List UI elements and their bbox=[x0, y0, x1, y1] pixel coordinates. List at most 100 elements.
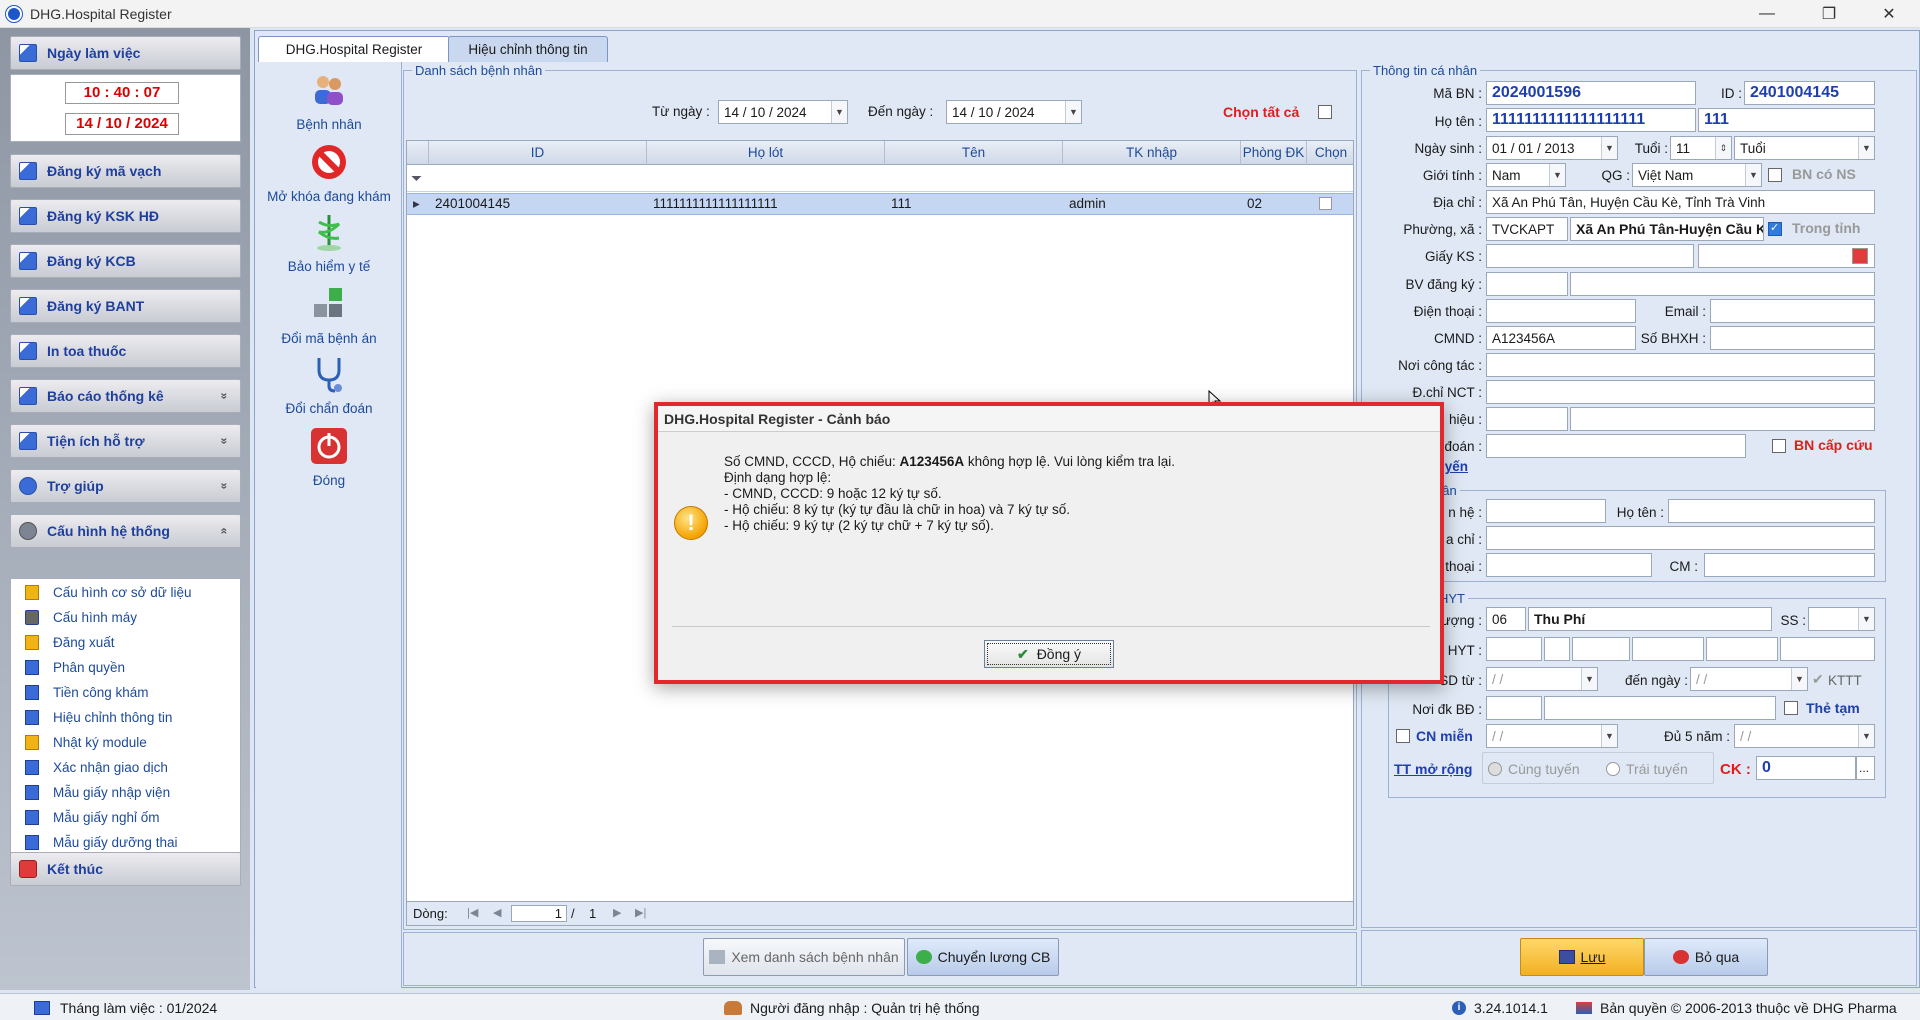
ten-field[interactable]: 111 bbox=[1698, 108, 1875, 132]
last-page-button[interactable]: ▶| bbox=[635, 906, 646, 919]
noidk-name-field[interactable] bbox=[1544, 696, 1776, 720]
to-date-picker[interactable]: 14 / 10 / 2024 ▼ bbox=[946, 100, 1082, 124]
bvdk-code-field[interactable] bbox=[1486, 272, 1568, 296]
tool-change-diagnosis[interactable]: Đổi chẩn đoán bbox=[256, 354, 402, 416]
dchinct-field[interactable] bbox=[1486, 380, 1875, 404]
chevron-down-icon[interactable]: ▼ bbox=[1601, 725, 1617, 747]
tool-change-record-code[interactable]: Đổi mã bệnh án bbox=[256, 284, 402, 346]
chevron-down-icon[interactable]: ▼ bbox=[1601, 137, 1617, 159]
bn-cap-cuu-checkbox[interactable] bbox=[1772, 439, 1786, 453]
prev-page-button[interactable]: ◀ bbox=[493, 906, 501, 919]
save-button[interactable]: Lưu bbox=[1520, 938, 1644, 976]
group-utilities[interactable]: Tiện ích hỗ trợ » bbox=[10, 424, 241, 458]
doituong-field[interactable]: Thu Phí bbox=[1528, 607, 1772, 631]
row-select-checkbox[interactable] bbox=[1319, 197, 1332, 210]
col-holot[interactable]: Họ lót bbox=[647, 141, 885, 165]
doituong-code-field[interactable]: 06 bbox=[1486, 607, 1526, 631]
group-exit[interactable]: Kết thúc bbox=[10, 852, 241, 886]
skip-button[interactable]: Bỏ qua bbox=[1644, 938, 1768, 976]
bn-co-ns-checkbox[interactable] bbox=[1768, 168, 1782, 182]
ma-bn-field[interactable]: 2024001596 bbox=[1486, 81, 1696, 105]
chevron-down-icon[interactable]: ▼ bbox=[1745, 164, 1761, 186]
diachi2-field[interactable] bbox=[1486, 526, 1875, 550]
group-print-prescription[interactable]: In toa thuốc bbox=[10, 334, 241, 368]
ss-select[interactable]: ▼ bbox=[1808, 607, 1875, 631]
ok-button[interactable]: ✔ Đồng ý bbox=[984, 640, 1114, 668]
noidk-code-field[interactable] bbox=[1486, 696, 1542, 720]
ngaysinh-picker[interactable]: 01 / 01 / 2013 ▼ bbox=[1486, 136, 1618, 160]
tool-patient[interactable]: Bệnh nhân bbox=[256, 70, 402, 132]
stepper-arrows-icon[interactable]: ⇕ bbox=[1715, 137, 1731, 159]
medical-card-icon[interactable] bbox=[1852, 248, 1868, 264]
sothe-part6[interactable] bbox=[1780, 637, 1875, 661]
maximize-button[interactable]: ❐ bbox=[1806, 0, 1852, 28]
chandoan-field[interactable] bbox=[1486, 434, 1746, 458]
quanhe-field[interactable] bbox=[1486, 499, 1606, 523]
chevron-down-icon[interactable]: ▼ bbox=[1858, 137, 1874, 159]
email-field[interactable] bbox=[1710, 299, 1875, 323]
diachi-field[interactable]: Xã An Phú Tân, Huyện Cầu Kè, Tỉnh Trà Vi… bbox=[1486, 190, 1875, 214]
ck-more-button[interactable]: ... bbox=[1856, 756, 1875, 780]
tuoi-stepper[interactable]: 11 ⇕ bbox=[1670, 136, 1732, 160]
tuoi-unit-select[interactable]: Tuổi ▼ bbox=[1734, 136, 1875, 160]
phuongxa-name-field[interactable]: Xã An Phú Tân-Huyện Cầu Kè bbox=[1570, 217, 1764, 241]
the-tam-checkbox[interactable] bbox=[1784, 701, 1798, 715]
submenu-module-log[interactable]: Nhật ký module bbox=[25, 731, 147, 753]
group-help[interactable]: Trợ giúp » bbox=[10, 469, 241, 503]
group-system-config[interactable]: Cấu hình hệ thống « bbox=[10, 514, 241, 548]
hansd-from-picker[interactable]: / / ▼ bbox=[1486, 667, 1598, 691]
id-field[interactable]: 2401004145 bbox=[1744, 81, 1875, 105]
ho-field[interactable]: 1111111111111111111 bbox=[1486, 108, 1696, 132]
next-page-button[interactable]: ▶ bbox=[613, 906, 621, 919]
sobhxh-field[interactable] bbox=[1710, 326, 1875, 350]
col-id[interactable]: ID bbox=[429, 141, 647, 165]
from-date-picker[interactable]: 14 / 10 / 2024 ▼ bbox=[718, 100, 848, 124]
tt-mo-rong-link[interactable]: TT mở rộng bbox=[1394, 761, 1472, 777]
group-reports[interactable]: Báo cáo thống kê » bbox=[10, 379, 241, 413]
group-workday[interactable]: Ngày làm việc bbox=[10, 36, 241, 70]
col-ten[interactable]: Tên bbox=[885, 141, 1063, 165]
tab-edit-info[interactable]: Hiệu chỉnh thông tin bbox=[448, 36, 608, 62]
col-tk[interactable]: TK nhập bbox=[1063, 141, 1241, 165]
qg-select[interactable]: Việt Nam ▼ bbox=[1632, 163, 1762, 187]
sothe-part2[interactable] bbox=[1544, 637, 1570, 661]
tool-close[interactable]: Đóng bbox=[256, 426, 402, 488]
cm-field[interactable] bbox=[1704, 553, 1875, 577]
submenu-exam-fee[interactable]: Tiền công khám bbox=[25, 681, 149, 703]
group-barcode-register[interactable]: Đăng ký mã vạch bbox=[10, 154, 241, 188]
chevron-down-icon[interactable]: ▼ bbox=[1791, 668, 1807, 690]
noicongtac-field[interactable] bbox=[1486, 353, 1875, 377]
submenu-sick-leave-form[interactable]: Mẫu giấy nghỉ ốm bbox=[25, 806, 160, 828]
phuongxa-code-field[interactable]: TVCKAPT bbox=[1486, 217, 1568, 241]
submenu-logout[interactable]: Đăng xuất bbox=[25, 631, 115, 653]
giayks-extra-field[interactable] bbox=[1698, 244, 1875, 268]
trai-tuyen-radio[interactable] bbox=[1606, 762, 1620, 776]
hoten2-field[interactable] bbox=[1668, 499, 1875, 523]
tool-health-insurance[interactable]: Bảo hiểm y tế bbox=[256, 212, 402, 274]
minimize-button[interactable]: — bbox=[1744, 0, 1790, 28]
ck-field[interactable]: 0 bbox=[1756, 756, 1856, 780]
cmnd-field[interactable]: A123456A bbox=[1486, 326, 1636, 350]
chevron-down-icon[interactable]: ▼ bbox=[831, 101, 847, 123]
chevron-down-icon[interactable]: ▼ bbox=[1549, 164, 1565, 186]
giayks-field[interactable] bbox=[1486, 244, 1694, 268]
col-phong[interactable]: Phòng ĐK bbox=[1241, 141, 1307, 165]
sothe-part1[interactable] bbox=[1486, 637, 1542, 661]
hansd-to-picker[interactable]: / / ▼ bbox=[1690, 667, 1808, 691]
cn-mien-picker[interactable]: / / ▼ bbox=[1486, 724, 1618, 748]
du5nam-picker[interactable]: / / ▼ bbox=[1734, 724, 1875, 748]
submenu-edit-info[interactable]: Hiệu chỉnh thông tin bbox=[25, 706, 172, 728]
hieu-name-field[interactable] bbox=[1570, 407, 1875, 431]
filter-icon[interactable]: ⏷ bbox=[411, 170, 422, 187]
hieu-code-field[interactable] bbox=[1486, 407, 1568, 431]
close-window-button[interactable]: ✕ bbox=[1866, 0, 1912, 28]
group-ksk-register[interactable]: Đăng ký KSK HĐ bbox=[10, 199, 241, 233]
gioitinh-select[interactable]: Nam ▼ bbox=[1486, 163, 1566, 187]
bvdk-name-field[interactable] bbox=[1570, 272, 1875, 296]
trong-tinh-checkbox[interactable] bbox=[1768, 221, 1782, 236]
submenu-machine-config[interactable]: Cấu hình máy bbox=[25, 606, 137, 628]
table-row[interactable]: ▸ 2401004145 1111111111111111111 111 adm… bbox=[407, 193, 1353, 215]
chevron-down-icon[interactable]: ▼ bbox=[1858, 725, 1874, 747]
sothe-part4[interactable] bbox=[1632, 637, 1704, 661]
submenu-permissions[interactable]: Phân quyền bbox=[25, 656, 125, 678]
